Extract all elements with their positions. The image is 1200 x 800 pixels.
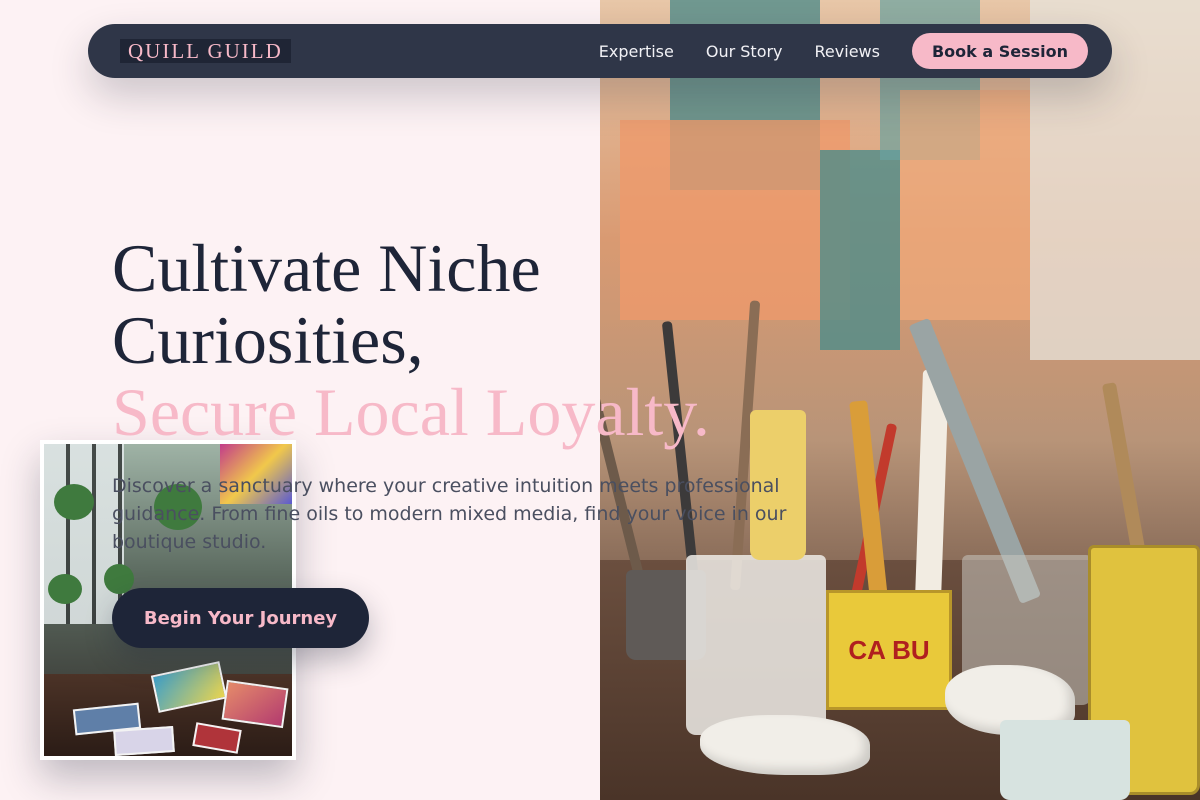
nav-links: Expertise Our Story Reviews Book a Sessi…: [599, 33, 1088, 69]
book-session-button[interactable]: Book a Session: [911, 33, 1088, 69]
hero-headline-line-2: Curiosities,: [112, 302, 424, 378]
top-navbar: QUILL GUILD Expertise Our Story Reviews …: [88, 24, 1112, 78]
nav-link-reviews[interactable]: Reviews: [815, 42, 880, 61]
hero-headline-accent: Secure Local Loyalty.: [112, 374, 710, 450]
hero-headline: Cultivate Niche Curiosities, Secure Loca…: [112, 232, 1112, 448]
nav-link-expertise[interactable]: Expertise: [599, 42, 674, 61]
sketchbook: [221, 679, 289, 729]
paper-box: [1000, 720, 1130, 800]
brand-logo[interactable]: QUILL GUILD: [120, 39, 291, 63]
hero-headline-line-1: Cultivate Niche: [112, 230, 541, 306]
yellow-paint-can: CA BU: [826, 590, 952, 710]
clear-jar: [686, 555, 826, 735]
begin-journey-button[interactable]: Begin Your Journey: [112, 588, 369, 648]
hero-description: Discover a sanctuary where your creative…: [112, 475, 787, 553]
can-label: CA BU: [848, 634, 930, 665]
cloth-rag: [700, 715, 870, 775]
plant: [48, 574, 82, 604]
plant: [54, 484, 94, 520]
sketchbook: [113, 725, 175, 756]
nav-link-our-story[interactable]: Our Story: [706, 42, 783, 61]
